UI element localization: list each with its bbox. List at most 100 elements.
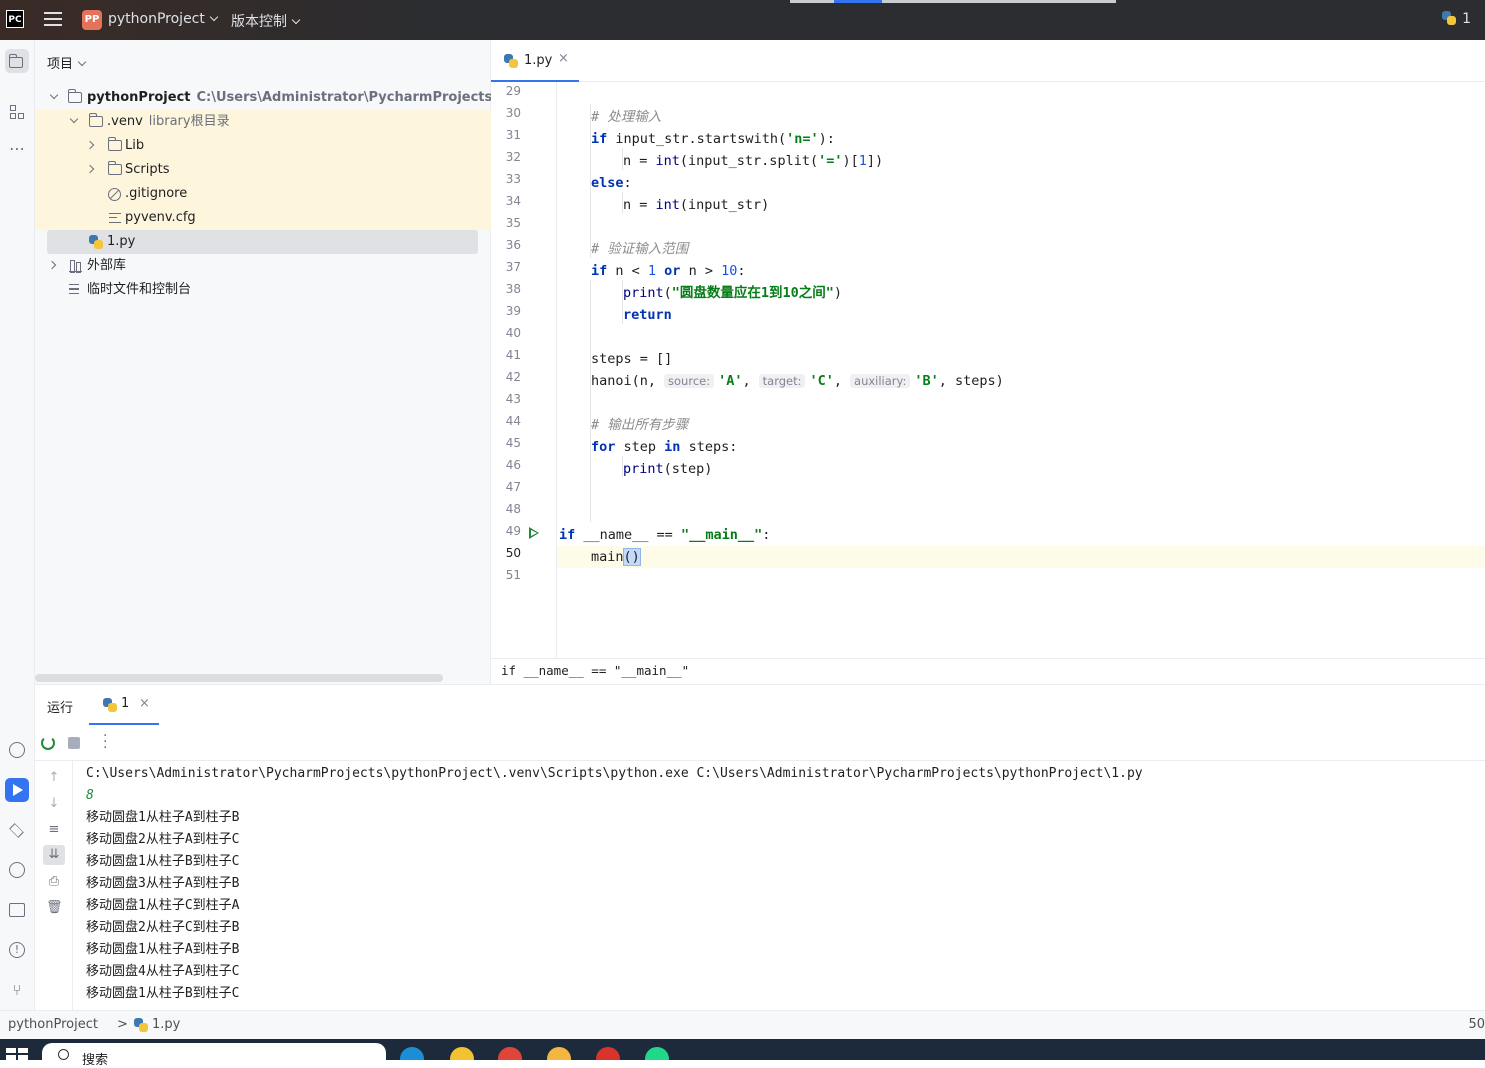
code-token: steps = []: [591, 351, 673, 367]
run-tool-icon[interactable]: [5, 778, 29, 802]
code-token: n =: [623, 197, 656, 213]
code-line: for step in steps:: [557, 436, 1485, 458]
tree-item-gitignore[interactable]: .gitignore: [35, 182, 491, 206]
print-icon[interactable]: ⎙: [46, 875, 62, 889]
taskbar-search[interactable]: 搜索: [42, 1043, 386, 1068]
chevron-down-icon: [209, 12, 219, 22]
line-number: 30: [505, 106, 521, 120]
tree-item-name: 外部库: [87, 258, 127, 273]
run-gutter-icon[interactable]: [529, 527, 539, 539]
code-token: n <: [607, 263, 648, 279]
windows-start-icon[interactable]: [6, 1048, 28, 1060]
code-token: :: [737, 263, 746, 279]
edge-icon[interactable]: [400, 1047, 424, 1060]
code-keyword: return: [623, 307, 672, 323]
soft-wrap-icon[interactable]: ≡: [46, 823, 62, 837]
line-number-gutter: 29 30 31 32 33 34 35 36 37 38 39 40 41 4…: [491, 82, 557, 658]
breadcrumb-separator: >: [117, 1017, 128, 1032]
code-number: 10: [721, 263, 738, 279]
code-builtin: int: [655, 197, 680, 213]
code-line: print(step): [557, 458, 1485, 480]
arrow-up-icon[interactable]: ↑: [46, 771, 62, 785]
horizontal-scrollbar[interactable]: [35, 674, 443, 682]
status-breadcrumb-project[interactable]: pythonProject: [8, 1011, 98, 1039]
tree-item-scripts[interactable]: Scripts: [35, 158, 491, 182]
chevron-right-icon[interactable]: [47, 260, 57, 270]
tree-item-scratches[interactable]: 临时文件和控制台: [35, 278, 491, 302]
caret-position[interactable]: 50: [1468, 1011, 1485, 1039]
parameter-hint: source:: [664, 374, 715, 388]
tree-item-name: Scripts: [125, 162, 170, 177]
vcs-menu[interactable]: 版本控制: [231, 11, 301, 31]
interpreter-indicator: 1: [1462, 11, 1471, 27]
ignore-file-icon: [108, 188, 121, 201]
git-branch-icon[interactable]: ⑂: [5, 978, 29, 1002]
close-icon[interactable]: ×: [139, 696, 150, 711]
trash-icon[interactable]: 🗑: [46, 901, 63, 915]
more-tools-icon[interactable]: ⋯: [5, 140, 29, 164]
chevron-down-icon[interactable]: [69, 114, 79, 124]
terminal-icon[interactable]: [5, 898, 29, 922]
code-area[interactable]: # 处理输入 if input_str.startswith('n='): n …: [557, 82, 1485, 658]
console-line: 移动圆盘2从柱子C到柱子B: [86, 920, 240, 935]
rerun-icon[interactable]: [41, 736, 55, 750]
arrow-down-icon[interactable]: ↓: [46, 797, 62, 811]
editor-breadcrumb[interactable]: if __name__ == "__main__": [491, 658, 1485, 684]
pycharm-logo-icon[interactable]: PC: [6, 10, 24, 28]
tree-item-project-root[interactable]: pythonProject C:\Users\Administrator\Pych…: [35, 86, 491, 110]
python-packages-circle-icon: [9, 742, 25, 758]
chevron-down-icon[interactable]: [49, 90, 59, 100]
tree-item-1-py[interactable]: 1.py: [35, 230, 491, 254]
os-taskbar: 搜索: [0, 1039, 1485, 1068]
tree-item-lib[interactable]: Lib: [35, 134, 491, 158]
code-token: ):: [818, 131, 835, 147]
code-line: hanoi(n, source: 'A', target: 'C', auxiliary:…: [557, 370, 1485, 392]
title-bar: PC PP pythonProject 版本控制 1: [0, 0, 1485, 40]
code-comment: # 处理输入: [591, 109, 662, 125]
chrome-icon[interactable]: [498, 1047, 522, 1060]
run-tab-1[interactable]: 1 ×: [89, 685, 159, 725]
code-line: # 处理输入: [557, 106, 1485, 128]
tab-1-py[interactable]: 1.py ×: [491, 40, 579, 82]
close-icon[interactable]: ×: [558, 51, 569, 66]
problems-icon[interactable]: !: [5, 938, 29, 962]
chevron-right-icon[interactable]: [85, 140, 95, 150]
code-string: 'C': [809, 373, 834, 389]
scroll-to-end-icon[interactable]: ⇊: [43, 845, 65, 865]
run-triangle-icon: [13, 784, 23, 796]
layers-icon[interactable]: [5, 818, 29, 842]
project-tool-icon[interactable]: [5, 49, 29, 73]
code-string: 'A': [718, 373, 743, 389]
code-token: :: [623, 175, 632, 191]
status-breadcrumb-file[interactable]: 1.py: [152, 1011, 180, 1039]
chevron-down-icon: [291, 15, 301, 25]
tree-item-hint: library根目录: [148, 114, 230, 129]
file-explorer-icon[interactable]: [450, 1047, 474, 1060]
code-token: :: [762, 527, 771, 543]
more-options-icon[interactable]: · · ·: [103, 729, 107, 755]
console-output[interactable]: C:\Users\Administrator\PycharmProjects\p…: [86, 763, 1476, 1011]
stop-icon[interactable]: [68, 737, 80, 749]
code-line: # 验证输入范围: [557, 238, 1485, 260]
project-panel-header[interactable]: 项目: [47, 53, 87, 72]
project-badge[interactable]: PP: [82, 10, 102, 30]
app-icon[interactable]: [547, 1047, 571, 1060]
structure-tool-icon[interactable]: [5, 100, 29, 124]
code-line: else:: [557, 172, 1485, 194]
code-keyword: if: [591, 131, 608, 147]
python-packages-icon[interactable]: [5, 738, 29, 762]
project-switcher[interactable]: pythonProject: [108, 11, 219, 27]
tree-item-pyvenv-cfg[interactable]: pyvenv.cfg: [35, 206, 491, 230]
code-token: ,: [742, 373, 751, 389]
pycharm-taskbar-icon[interactable]: [645, 1047, 669, 1060]
python-interpreter-widget[interactable]: 1: [1442, 11, 1471, 27]
python-file-icon: [103, 698, 117, 712]
tree-item-external-libraries[interactable]: 外部库: [35, 254, 491, 278]
hamburger-menu-icon[interactable]: [44, 12, 62, 28]
code-keyword: for: [591, 439, 616, 455]
chevron-right-icon[interactable]: [85, 164, 95, 174]
tree-item-venv[interactable]: .venv library根目录: [35, 110, 491, 134]
wps-icon[interactable]: [596, 1047, 620, 1060]
services-icon[interactable]: [5, 858, 29, 882]
line-number: 39: [505, 304, 521, 318]
